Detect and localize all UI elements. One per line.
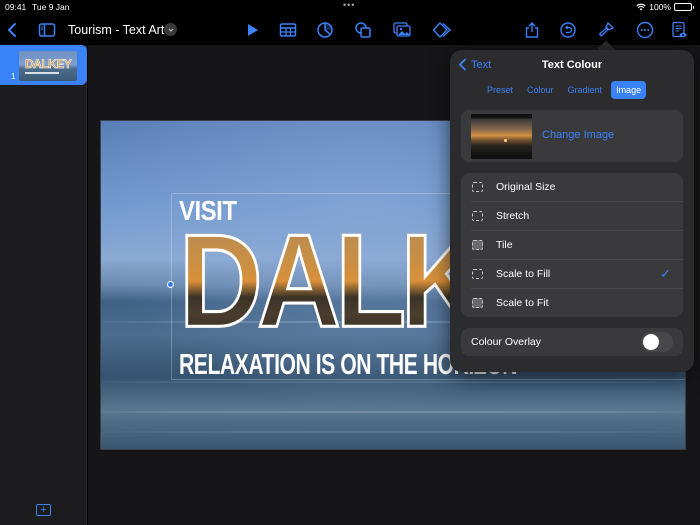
fill-type-segmented-control: Preset Colour Gradient Image — [482, 81, 647, 99]
undo-icon — [560, 22, 576, 38]
undo-button[interactable] — [557, 19, 579, 41]
shapes-icon — [355, 22, 371, 38]
status-date: Tue 9 Jan — [32, 2, 70, 12]
option-tile[interactable]: Tile — [461, 231, 683, 260]
insert-shape-button[interactable] — [352, 19, 374, 41]
play-button[interactable] — [241, 19, 263, 41]
chevron-left-icon — [8, 23, 16, 37]
change-image-button[interactable]: Change Image — [542, 129, 614, 141]
arrange-button[interactable] — [431, 19, 453, 41]
wave-highlight — [101, 411, 685, 413]
tile-icon — [472, 240, 483, 250]
more-icon — [636, 21, 654, 39]
share-button[interactable] — [521, 19, 543, 41]
layers-icon — [433, 21, 451, 39]
insert-media-button[interactable] — [391, 19, 413, 41]
scale-to-fit-icon — [472, 298, 483, 308]
image-card: Change Image — [461, 110, 683, 162]
multitasking-dots-icon[interactable]: ••• — [343, 1, 355, 10]
popover-title: Text Colour — [541, 59, 603, 71]
slide-thumbnail-image: DALKEY — [19, 51, 77, 81]
tab-colour[interactable]: Colour — [522, 81, 559, 99]
option-scale-to-fill[interactable]: Scale to Fill ✓ — [461, 260, 683, 289]
media-icon — [393, 22, 411, 37]
stretch-icon — [472, 211, 483, 221]
back-button[interactable] — [2, 19, 24, 41]
play-icon — [248, 24, 258, 36]
tab-preset[interactable]: Preset — [482, 81, 518, 99]
thumbnail-tagline — [25, 72, 59, 74]
toolbar: Tourism - Text Art — [0, 14, 700, 45]
wifi-icon — [636, 3, 646, 11]
option-scale-to-fit[interactable]: Scale to Fit — [461, 289, 683, 317]
format-paintbrush-icon — [599, 21, 615, 37]
more-button[interactable] — [634, 19, 656, 41]
status-time: 09:41 — [5, 2, 27, 12]
slide-thumbnail-1[interactable]: 1 DALKEY — [0, 45, 87, 85]
toggle-knob — [643, 334, 659, 350]
insert-chart-button[interactable] — [314, 19, 336, 41]
colour-overlay-toggle[interactable] — [641, 332, 673, 352]
original-size-icon — [472, 182, 483, 192]
slide-navigator: 1 DALKEY + — [0, 45, 87, 525]
tab-image[interactable]: Image — [611, 81, 647, 99]
format-button[interactable] — [595, 19, 617, 41]
status-right: 100% — [636, 2, 694, 12]
tab-gradient[interactable]: Gradient — [563, 81, 608, 99]
option-label: Scale to Fit — [496, 297, 549, 309]
document-title[interactable]: Tourism - Text Art — [68, 23, 164, 37]
option-original-size[interactable]: Original Size — [461, 173, 683, 202]
insert-table-button[interactable] — [277, 19, 299, 41]
presenter-notes-button[interactable] — [668, 19, 690, 41]
option-stretch[interactable]: Stretch — [461, 202, 683, 231]
sidebar-toggle-button[interactable] — [36, 19, 58, 41]
fill-image-thumbnail — [471, 114, 532, 159]
add-slide-button[interactable]: + — [36, 504, 51, 516]
chart-icon — [317, 22, 333, 38]
plus-icon: + — [40, 503, 47, 516]
colour-overlay-row: Colour Overlay — [461, 328, 683, 356]
option-label: Tile — [496, 239, 513, 251]
slide-number: 1 — [11, 72, 16, 81]
battery-percent: 100% — [649, 2, 671, 12]
scale-to-fill-icon — [472, 269, 483, 279]
selection-handle[interactable] — [167, 281, 174, 288]
battery-icon — [674, 3, 694, 11]
option-label: Stretch — [496, 210, 530, 222]
image-scale-options: Original Size Stretch Tile Scale to Fill… — [461, 173, 683, 317]
option-label: Original Size — [496, 181, 556, 193]
colour-overlay-label: Colour Overlay — [471, 336, 542, 348]
share-icon — [525, 22, 539, 38]
sun — [504, 139, 507, 142]
checkmark-icon: ✓ — [660, 266, 671, 281]
option-label: Scale to Fill — [496, 268, 551, 280]
chevron-down-icon — [168, 28, 173, 32]
sidebar-toggle-icon — [38, 23, 56, 37]
wave-highlight — [101, 431, 685, 433]
table-icon — [279, 23, 297, 37]
title-menu-button[interactable] — [164, 23, 177, 36]
presenter-notes-icon — [672, 21, 687, 38]
thumbnail-title: DALKEY — [25, 57, 72, 72]
text-colour-popover: Text Text Colour Preset Colour Gradient … — [450, 50, 694, 372]
status-bar: 09:41 Tue 9 Jan ••• 100% — [0, 0, 700, 14]
